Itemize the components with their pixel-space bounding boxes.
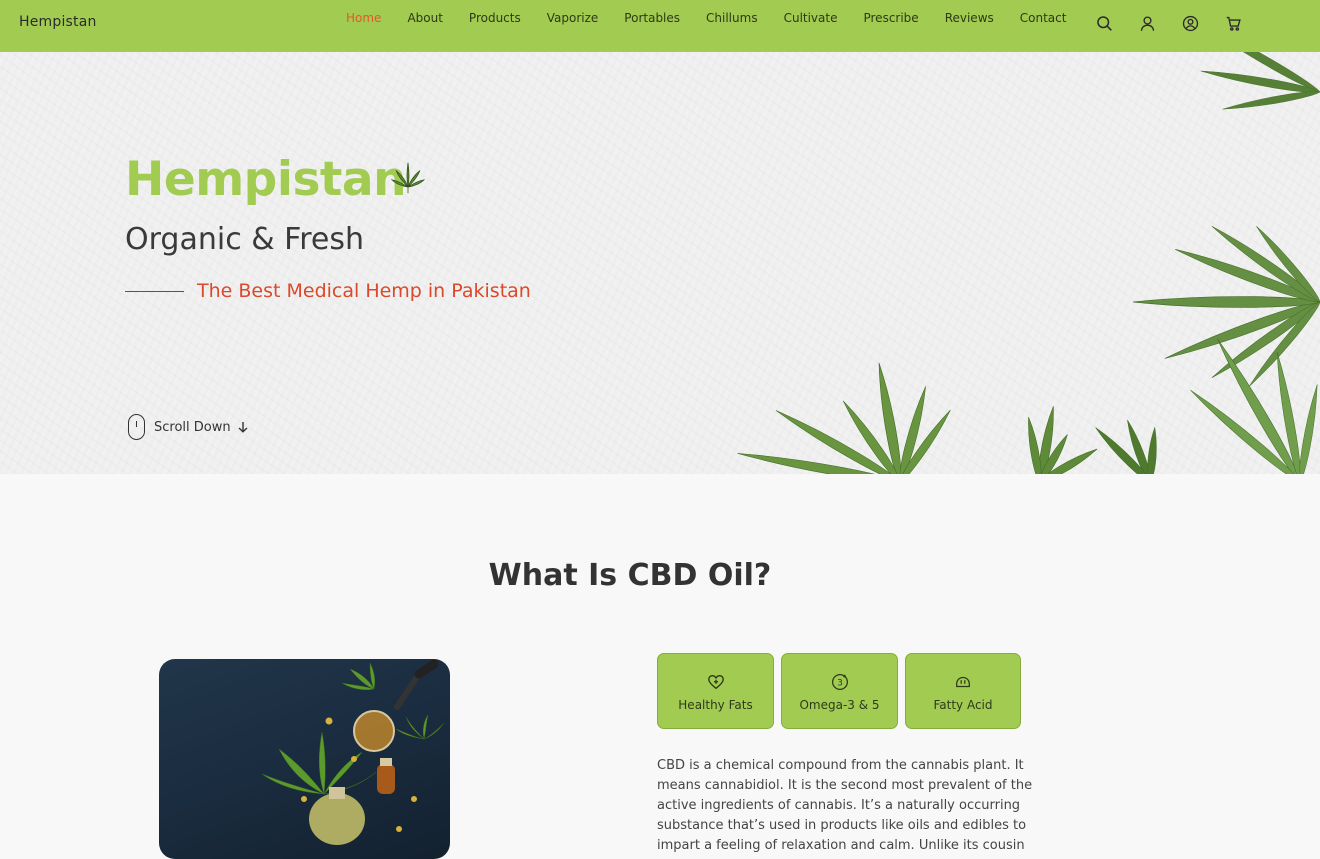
nav-reviews[interactable]: Reviews <box>932 11 1007 25</box>
feature-healthy-fats[interactable]: Healthy Fats <box>657 653 774 729</box>
brand-logo[interactable]: Hempistan <box>19 14 97 30</box>
header-actions <box>1092 12 1264 34</box>
hero-subtitle: Organic & Fresh <box>125 222 365 257</box>
acid-icon <box>956 676 970 688</box>
nav-chillums[interactable]: Chillums <box>693 11 771 25</box>
cannabis-leaf-icon <box>390 162 426 194</box>
main-nav: Home About Products Vaporize Portables C… <box>333 11 1079 25</box>
nav-prescribe[interactable]: Prescribe <box>850 11 931 25</box>
search-icon[interactable] <box>1092 12 1116 34</box>
nav-contact[interactable]: Contact <box>1007 11 1080 25</box>
feature-label: Fatty Acid <box>933 698 993 712</box>
nav-cultivate[interactable]: Cultivate <box>771 11 851 25</box>
top-navbar: Hempistan Home About Products Vaporize P… <box>0 0 1320 52</box>
heart-plus-icon <box>707 675 724 690</box>
feature-omega[interactable]: 3 Omega-3 & 5 <box>781 653 898 729</box>
feature-label: Omega-3 & 5 <box>799 698 880 712</box>
feature-label: Healthy Fats <box>678 698 753 712</box>
nav-vaporize[interactable]: Vaporize <box>534 11 612 25</box>
mouse-icon <box>128 414 145 440</box>
hero-title: Hempistan <box>125 152 407 207</box>
scroll-down-label: Scroll Down <box>154 419 231 435</box>
feature-cards: Healthy Fats 3 Omega-3 & 5 Fatty Acid <box>657 653 1021 729</box>
tagline-divider <box>125 291 184 292</box>
section-heading: What Is CBD Oil? <box>0 558 1260 593</box>
user-icon[interactable] <box>1135 12 1159 34</box>
nav-home[interactable]: Home <box>333 11 394 25</box>
cbd-oil-photo <box>159 659 450 859</box>
nav-products[interactable]: Products <box>456 11 534 25</box>
scroll-down-button[interactable]: Scroll Down <box>128 414 249 440</box>
hero-banner: Hempistan Organic & Fresh The Best Medic… <box>0 52 1320 474</box>
omega-three-icon: 3 <box>831 673 848 691</box>
cart-icon[interactable] <box>1221 12 1245 34</box>
arrow-down-icon <box>238 422 248 433</box>
nav-about[interactable]: About <box>394 11 455 25</box>
feature-fatty-acid[interactable]: Fatty Acid <box>905 653 1021 729</box>
nav-portables[interactable]: Portables <box>611 11 693 25</box>
account-circle-icon[interactable] <box>1178 12 1202 34</box>
hemp-leaves-illustration <box>735 52 1320 474</box>
section-heading-text: What Is CBD Oil? <box>488 558 772 593</box>
hero-tagline: The Best Medical Hemp in Pakistan <box>197 280 531 302</box>
cbd-description: CBD is a chemical compound from the cann… <box>657 758 1033 853</box>
svg-text:3: 3 <box>837 679 843 689</box>
